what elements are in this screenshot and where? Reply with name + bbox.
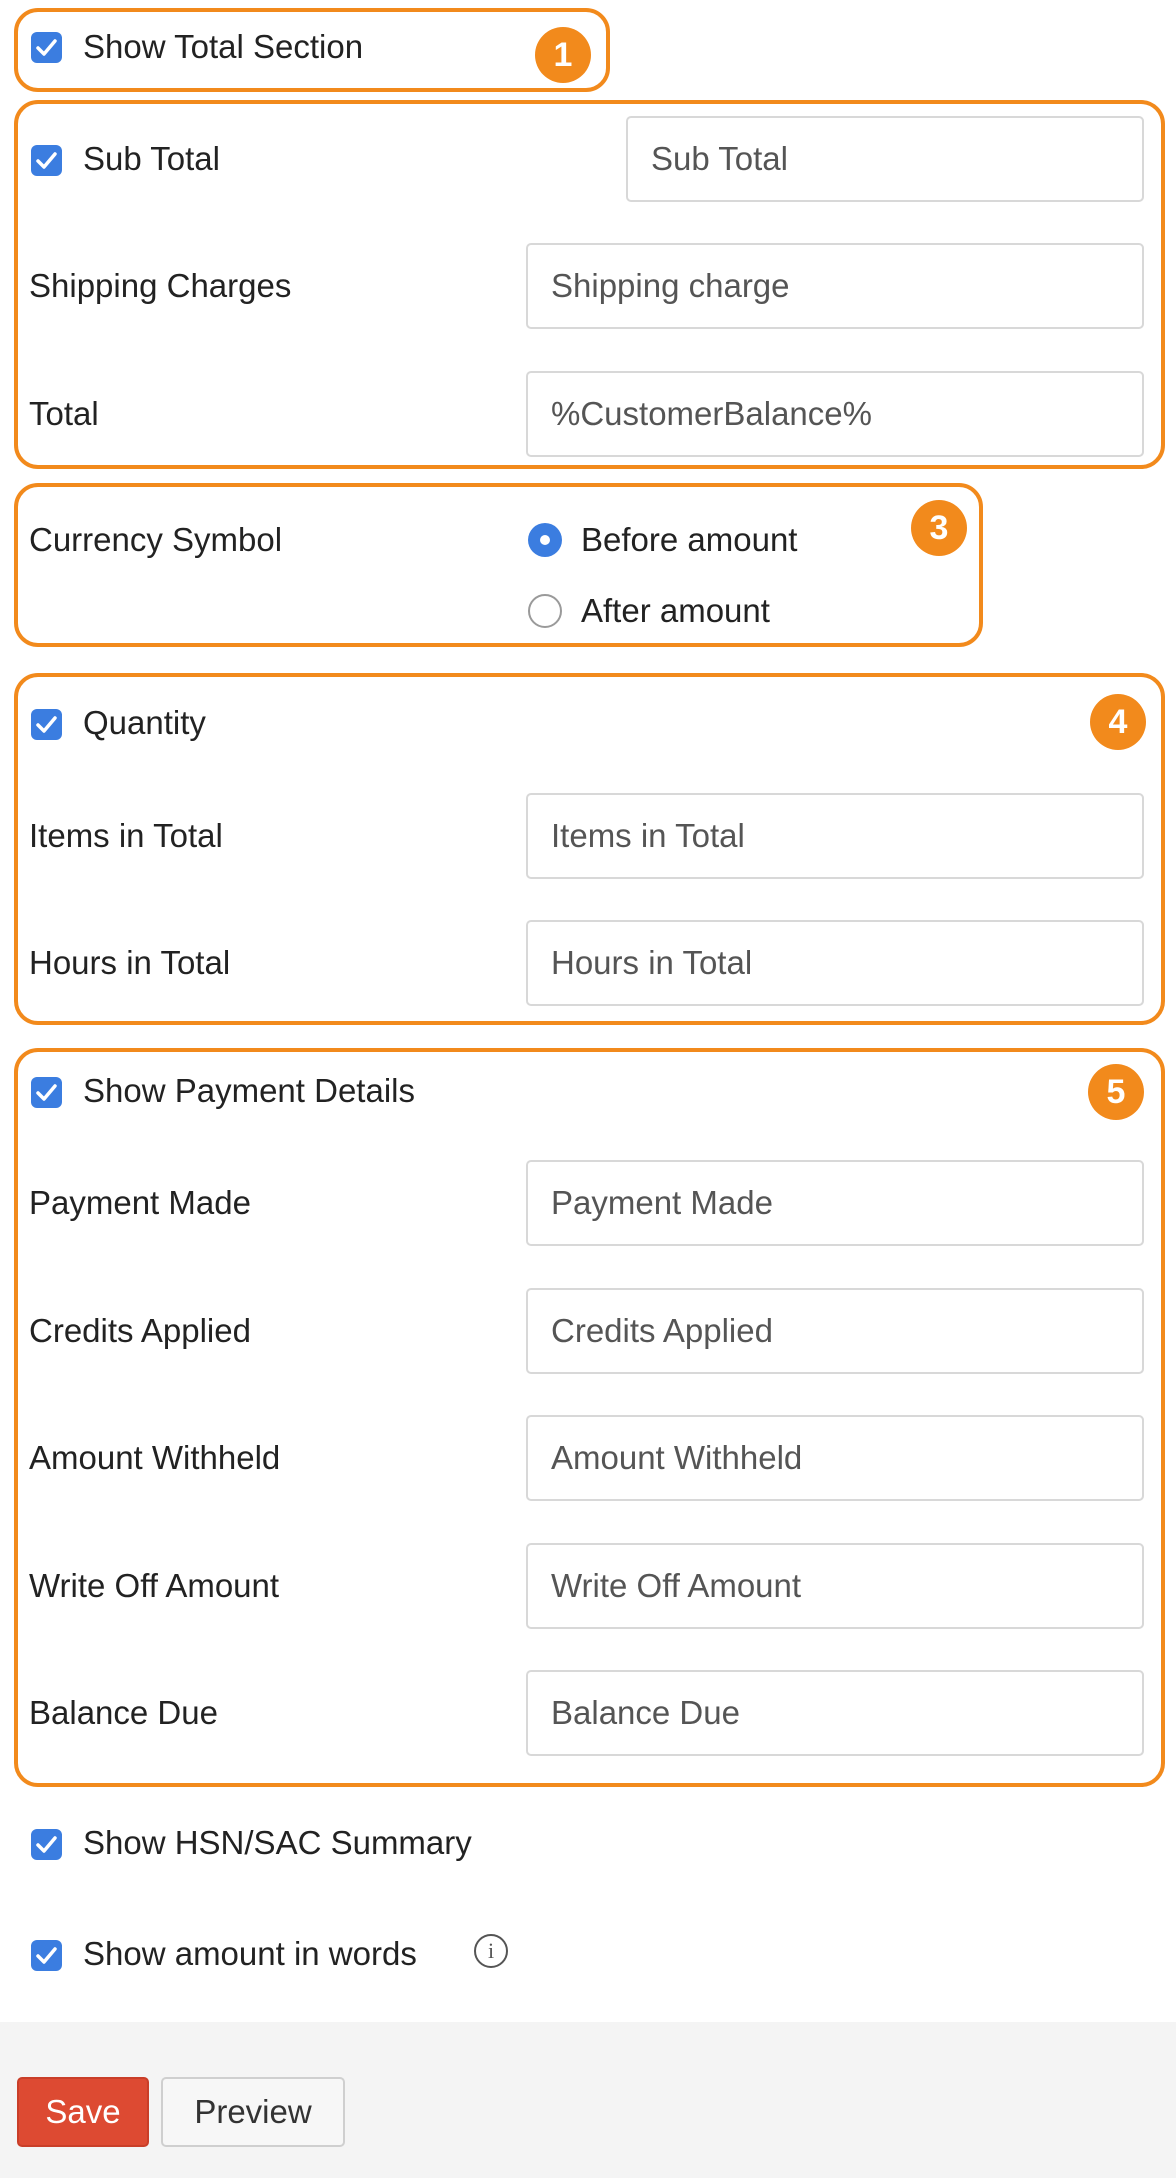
preview-button[interactable]: Preview	[161, 2077, 345, 2147]
shipping-charge-input[interactable]	[526, 243, 1144, 329]
items-in-total-input[interactable]	[526, 793, 1144, 879]
credits-applied-input[interactable]	[526, 1288, 1144, 1374]
step-badge-5: 5	[1088, 1064, 1144, 1120]
quantity-checkbox[interactable]	[31, 709, 62, 740]
sub-total-input[interactable]	[626, 116, 1144, 202]
balance-due-input[interactable]	[526, 1670, 1144, 1756]
sub-total-label: Sub Total	[83, 140, 220, 177]
hours-in-total-label: Hours in Total	[29, 944, 231, 981]
amount-withheld-label: Amount Withheld	[29, 1439, 281, 1476]
step-badge-1: 1	[535, 27, 591, 83]
after-amount-radio[interactable]	[528, 594, 562, 628]
show-hsn-sac-summary-label: Show HSN/SAC Summary	[83, 1824, 472, 1861]
save-button[interactable]: Save	[17, 2077, 149, 2147]
payment-made-label: Payment Made	[29, 1184, 251, 1221]
highlight-frame-3	[14, 483, 983, 647]
show-total-section-checkbox[interactable]	[31, 32, 62, 63]
write-off-amount-input[interactable]	[526, 1543, 1144, 1629]
before-amount-radio[interactable]	[528, 523, 562, 557]
show-amount-in-words-checkbox[interactable]	[31, 1940, 62, 1971]
hours-in-total-input[interactable]	[526, 920, 1144, 1006]
before-amount-label[interactable]: Before amount	[581, 520, 797, 560]
balance-due-label: Balance Due	[29, 1694, 218, 1731]
items-in-total-label: Items in Total	[29, 817, 223, 854]
write-off-amount-label: Write Off Amount	[29, 1567, 280, 1604]
checkmark-icon	[36, 1947, 57, 1964]
step-badge-3: 3	[911, 500, 967, 556]
show-total-section-label: Show Total Section	[83, 28, 364, 65]
show-payment-details-label: Show Payment Details	[83, 1072, 415, 1109]
quantity-label: Quantity	[83, 704, 206, 741]
step-badge-4: 4	[1090, 694, 1146, 750]
payment-made-input[interactable]	[526, 1160, 1144, 1246]
show-payment-details-checkbox[interactable]	[31, 1077, 62, 1108]
currency-symbol-label: Currency Symbol	[29, 521, 283, 558]
show-hsn-sac-summary-checkbox[interactable]	[31, 1829, 62, 1860]
sub-total-checkbox[interactable]	[31, 145, 62, 176]
checkmark-icon	[36, 1836, 57, 1853]
show-amount-in-words-label: Show amount in words	[83, 1935, 417, 1972]
shipping-charges-label: Shipping Charges	[29, 267, 292, 304]
credits-applied-label: Credits Applied	[29, 1312, 251, 1349]
checkmark-icon	[36, 39, 57, 56]
total-label: Total	[29, 395, 99, 432]
amount-withheld-input[interactable]	[526, 1415, 1144, 1501]
total-input[interactable]	[526, 371, 1144, 457]
info-icon[interactable]: i	[474, 1934, 508, 1968]
checkmark-icon	[36, 1084, 57, 1101]
checkmark-icon	[36, 152, 57, 169]
checkmark-icon	[36, 716, 57, 733]
after-amount-label[interactable]: After amount	[581, 591, 770, 631]
